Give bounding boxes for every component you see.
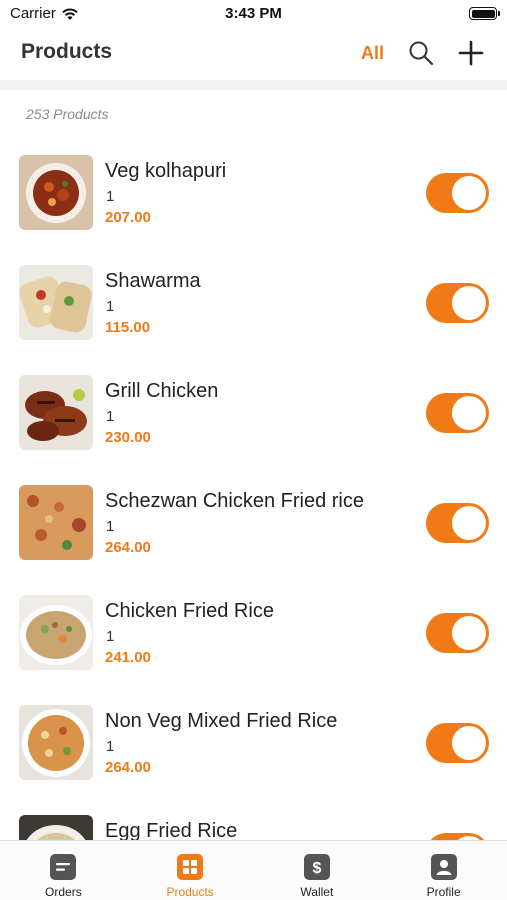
product-qty: 1 <box>106 628 115 645</box>
product-image <box>19 375 93 450</box>
product-row[interactable]: Egg Fried Rice <box>0 810 507 840</box>
product-name: Shawarma <box>105 270 201 292</box>
products-icon <box>177 854 204 880</box>
tab-label: Wallet <box>300 885 334 899</box>
product-name: Grill Chicken <box>105 380 219 402</box>
product-price: 207.00 <box>105 209 151 226</box>
product-qty: 1 <box>106 408 115 425</box>
clock: 3:43 PM <box>225 5 282 22</box>
products-count: 253 Products <box>26 106 109 122</box>
availability-toggle[interactable] <box>426 833 489 840</box>
product-qty: 1 <box>106 518 115 535</box>
availability-toggle[interactable] <box>426 613 489 653</box>
product-row[interactable]: Chicken Fried Rice 1 241.00 <box>0 590 507 700</box>
profile-icon <box>430 854 457 880</box>
product-image <box>19 595 93 670</box>
product-name: Schezwan Chicken Fried rice <box>105 490 364 512</box>
tab-bar: Orders Products $ Wallet Profile <box>0 840 507 900</box>
product-row[interactable]: Shawarma 1 115.00 <box>0 260 507 370</box>
product-row[interactable]: Grill Chicken 1 230.00 <box>0 370 507 480</box>
wallet-icon: $ <box>303 854 330 880</box>
product-price: 115.00 <box>105 319 151 336</box>
product-name: Egg Fried Rice <box>105 820 238 840</box>
availability-toggle[interactable] <box>426 393 489 433</box>
product-price: 264.00 <box>105 759 151 776</box>
tab-products[interactable]: Products <box>127 841 254 900</box>
product-qty: 1 <box>106 188 115 205</box>
product-name: Chicken Fried Rice <box>105 600 274 622</box>
svg-text:$: $ <box>312 860 321 877</box>
product-image <box>19 485 93 560</box>
product-image <box>19 155 93 230</box>
availability-toggle[interactable] <box>426 283 489 323</box>
product-row[interactable]: Non Veg Mixed Fried Rice 1 264.00 <box>0 700 507 810</box>
product-image <box>19 815 93 840</box>
tab-wallet[interactable]: $ Wallet <box>254 841 381 900</box>
status-bar: Carrier 3:43 PM <box>0 0 507 28</box>
nav-bar: Products All <box>0 28 507 78</box>
availability-toggle[interactable] <box>426 723 489 763</box>
product-image <box>19 265 93 340</box>
product-name: Veg kolhapuri <box>105 160 227 182</box>
battery-icon <box>469 7 500 20</box>
availability-toggle[interactable] <box>426 503 489 543</box>
product-price: 241.00 <box>105 649 151 666</box>
product-name: Non Veg Mixed Fried Rice <box>105 710 338 732</box>
product-price: 230.00 <box>105 429 151 446</box>
tab-label: Products <box>166 885 214 899</box>
header-divider <box>0 80 507 90</box>
tab-orders[interactable]: Orders <box>0 841 127 900</box>
product-row[interactable]: Schezwan Chicken Fried rice 1 264.00 <box>0 480 507 590</box>
page-title: Products <box>21 40 113 63</box>
product-price: 264.00 <box>105 539 151 556</box>
search-icon[interactable] <box>408 40 434 66</box>
tab-label: Orders <box>45 885 82 899</box>
availability-toggle[interactable] <box>426 173 489 213</box>
product-image <box>19 705 93 780</box>
add-icon[interactable] <box>458 40 484 66</box>
orders-icon <box>50 854 77 880</box>
product-row[interactable]: Veg kolhapuri 1 207.00 <box>0 150 507 260</box>
filter-all-button[interactable]: All <box>361 43 384 64</box>
tab-profile[interactable]: Profile <box>380 841 507 900</box>
product-qty: 1 <box>106 738 115 755</box>
product-qty: 1 <box>106 298 115 315</box>
product-list[interactable]: Veg kolhapuri 1 207.00 Shawarma 1 115.00… <box>0 150 507 840</box>
tab-label: Profile <box>426 885 461 899</box>
